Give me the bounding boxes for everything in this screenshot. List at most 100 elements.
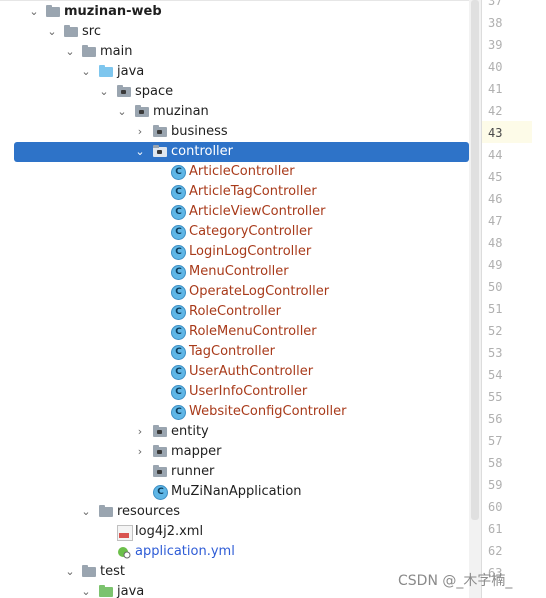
line-number: 47 [488,214,503,228]
folder-icon [82,565,96,577]
tree-node-class[interactable]: C CategoryController [0,222,470,242]
class-icon: C [171,165,186,180]
line-number: 50 [488,280,503,294]
class-icon: C [171,405,186,420]
class-icon: C [171,285,186,300]
package-icon [135,105,149,117]
tree-node-class[interactable]: C MenuController [0,262,470,282]
line-number: 59 [488,478,503,492]
tree-node-label: main [100,44,133,59]
tree-node-muzinan[interactable]: ⌄ muzinan [0,102,470,122]
tree-node-label: business [171,124,228,139]
chevron-down-icon[interactable]: ⌄ [80,582,92,598]
tree-node-label: TagController [189,344,275,359]
tree-node-resources[interactable]: ⌄ resources [0,502,470,522]
package-icon [117,85,131,97]
line-number: 52 [488,324,503,338]
folder-icon [64,25,78,37]
tree-node-class[interactable]: C ArticleTagController [0,182,470,202]
line-number: 54 [488,368,503,382]
chevron-down-icon[interactable]: ⌄ [64,42,76,62]
tree-node-app-class[interactable]: C MuZiNanApplication [0,482,470,502]
tree-node-label: LoginLogController [189,244,312,259]
selection-highlight [14,142,469,162]
tree-node-business[interactable]: › business [0,122,470,142]
chevron-right-icon[interactable]: › [134,422,146,442]
class-icon: C [171,225,186,240]
class-icon: C [171,205,186,220]
tree-node-file[interactable]: application.yml [0,542,470,562]
line-number: 62 [488,544,503,558]
class-icon: C [171,305,186,320]
tree-node-space[interactable]: ⌄ space [0,82,470,102]
tree-node-file[interactable]: log4j2.xml [0,522,470,542]
tree-node-label: mapper [171,444,222,459]
chevron-right-icon[interactable]: › [134,122,146,142]
tree-node-label: MenuController [189,264,289,279]
tree-node-class[interactable]: C RoleMenuController [0,322,470,342]
class-icon: C [171,185,186,200]
tree-node-java[interactable]: ⌄ java [0,62,470,82]
tree-node-label: controller [171,144,234,159]
chevron-down-icon[interactable]: ⌄ [28,2,40,22]
line-number: 61 [488,522,503,536]
tree-node-class[interactable]: C RoleController [0,302,470,322]
tree-node-project[interactable]: ⌄ muzinan-web [0,2,470,22]
tree-node-label: muzinan [153,104,209,119]
csdn-watermark: CSDN @_木字楠_ [398,573,513,589]
tree-node-label: RoleMenuController [189,324,317,339]
class-icon: C [171,245,186,260]
line-number: 49 [488,258,503,272]
source-folder-icon [99,65,113,77]
project-tree[interactable]: ⌄ muzinan-web ⌄ src ⌄ main ⌄ java ⌄ spac… [0,0,470,598]
line-number: 51 [488,302,503,316]
tree-node-label: ArticleViewController [189,204,326,219]
package-icon [153,425,167,437]
tree-node-entity[interactable]: › entity [0,422,470,442]
tree-node-class[interactable]: C UserInfoController [0,382,470,402]
tree-node-label: space [135,84,174,99]
chevron-down-icon[interactable]: ⌄ [116,102,128,122]
line-number: 46 [488,192,503,206]
tree-node-mapper[interactable]: › mapper [0,442,470,462]
module-folder-icon [46,5,60,17]
tree-node-class[interactable]: C TagController [0,342,470,362]
chevron-down-icon[interactable]: ⌄ [80,62,92,82]
tree-node-label: application.yml [135,544,235,559]
class-icon: C [171,365,186,380]
tree-node-label: UserAuthController [189,364,314,379]
tree-node-class[interactable]: C ArticleController [0,162,470,182]
tree-node-controller[interactable]: ⌄ controller [0,142,470,162]
package-icon [153,125,167,137]
tree-node-class[interactable]: C LoginLogController [0,242,470,262]
chevron-down-icon[interactable]: ⌄ [134,142,146,162]
tree-node-class[interactable]: C OperateLogController [0,282,470,302]
package-icon [153,465,167,477]
line-number: 42 [488,104,503,118]
tree-node-runner[interactable]: runner [0,462,470,482]
chevron-down-icon[interactable]: ⌄ [98,82,110,102]
tree-node-class[interactable]: C UserAuthController [0,362,470,382]
tree-node-label: RoleController [189,304,281,319]
chevron-down-icon[interactable]: ⌄ [46,22,58,42]
tree-scrollbar-thumb[interactable] [471,0,479,520]
class-icon: C [171,325,186,340]
line-number: 58 [488,456,503,470]
tree-node-label: java [117,64,145,79]
tree-node-main[interactable]: ⌄ main [0,42,470,62]
folder-icon [82,45,96,57]
tree-node-label: resources [117,504,181,519]
tree-node-class[interactable]: C WebsiteConfigController [0,402,470,422]
line-number: 53 [488,346,503,360]
class-icon: C [171,345,186,360]
chevron-right-icon[interactable]: › [134,442,146,462]
tree-node-src[interactable]: ⌄ src [0,22,470,42]
class-icon: C [171,385,186,400]
tree-node-class[interactable]: C ArticleViewController [0,202,470,222]
tree-node-label: UserInfoController [189,384,308,399]
class-icon: C [171,265,186,280]
chevron-down-icon[interactable]: ⌄ [80,502,92,522]
chevron-down-icon[interactable]: ⌄ [64,562,76,582]
package-icon [153,145,167,157]
line-number: 38 [488,16,503,30]
